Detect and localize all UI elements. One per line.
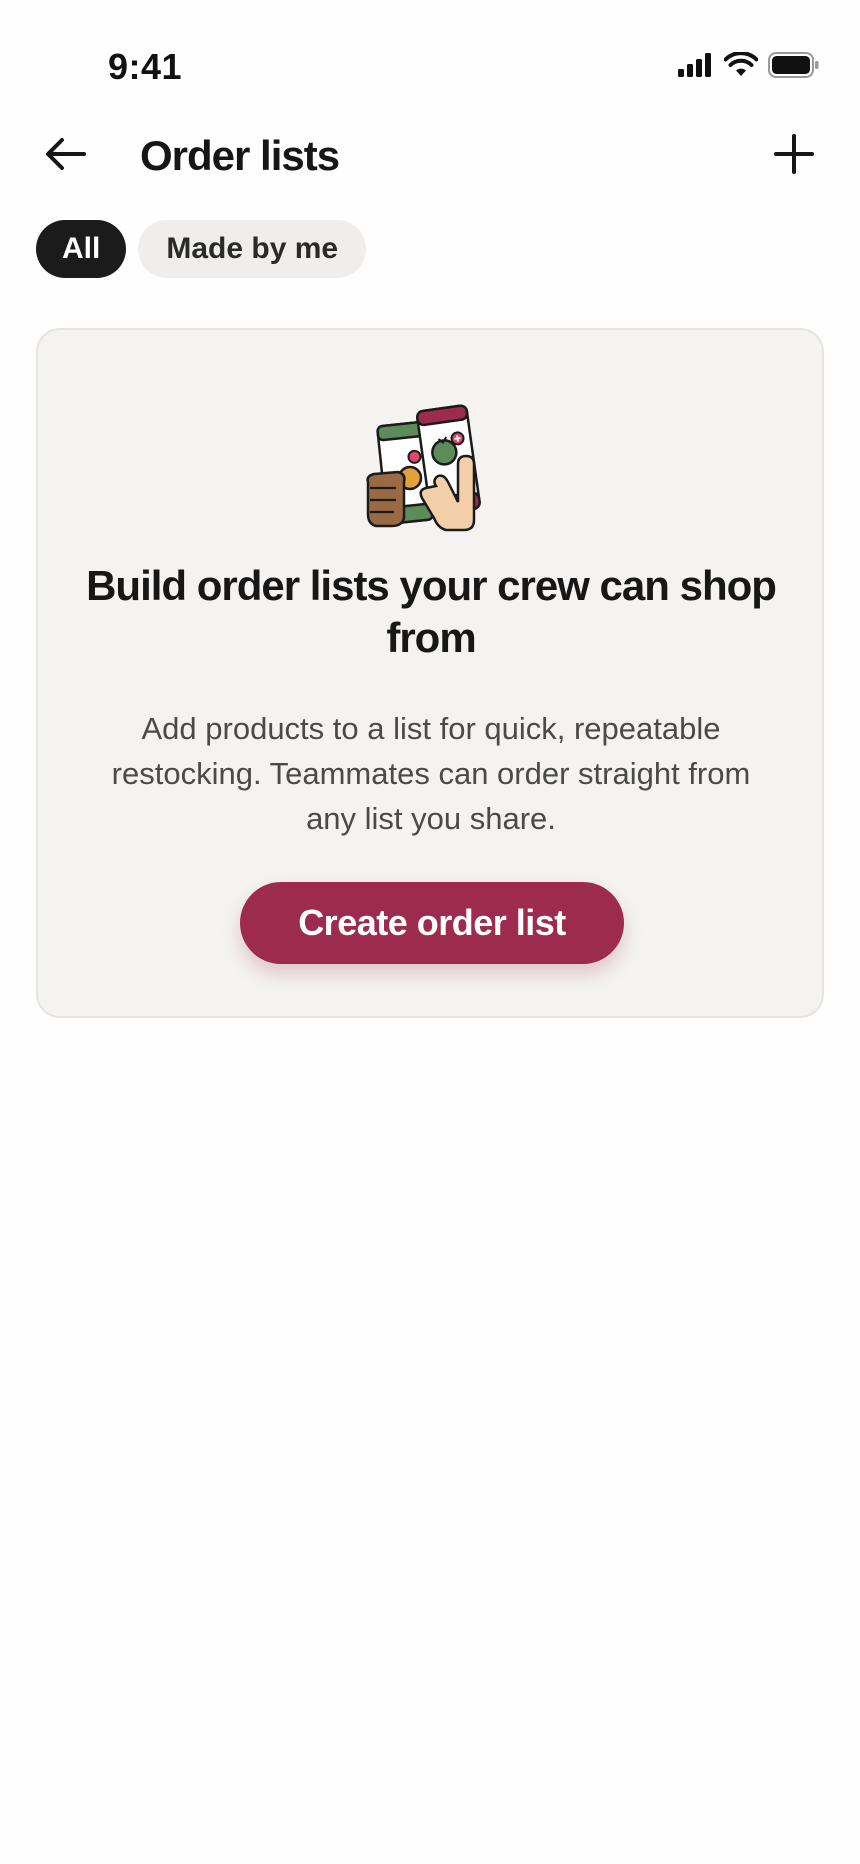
empty-state-description: Add products to a list for quick, repeat… [111,711,751,836]
wifi-icon [723,51,759,83]
status-bar: 9:41 [0,0,860,120]
header: Order lists [0,120,860,192]
status-icons [678,51,820,83]
add-list-button[interactable] [758,120,830,192]
phones-in-hands-illustration [362,402,502,532]
empty-state-card: Build order lists your crew can shop fro… [36,328,824,1018]
empty-state-heading: Build order lists your crew can shop fro… [86,562,777,661]
signal-icon [678,53,714,82]
arrow-left-icon [44,136,88,177]
page-title: Order lists [140,132,340,179]
battery-icon [768,52,820,83]
status-time: 9:41 [108,46,183,87]
create-order-list-button[interactable]: Create order list [240,882,624,964]
plus-icon [773,133,815,180]
filter-chip-all[interactable]: All [36,220,127,278]
back-button[interactable] [30,120,102,192]
filter-chips: All Made by me [36,220,367,278]
filter-chip-made-by-me[interactable]: Made by me [138,220,367,278]
